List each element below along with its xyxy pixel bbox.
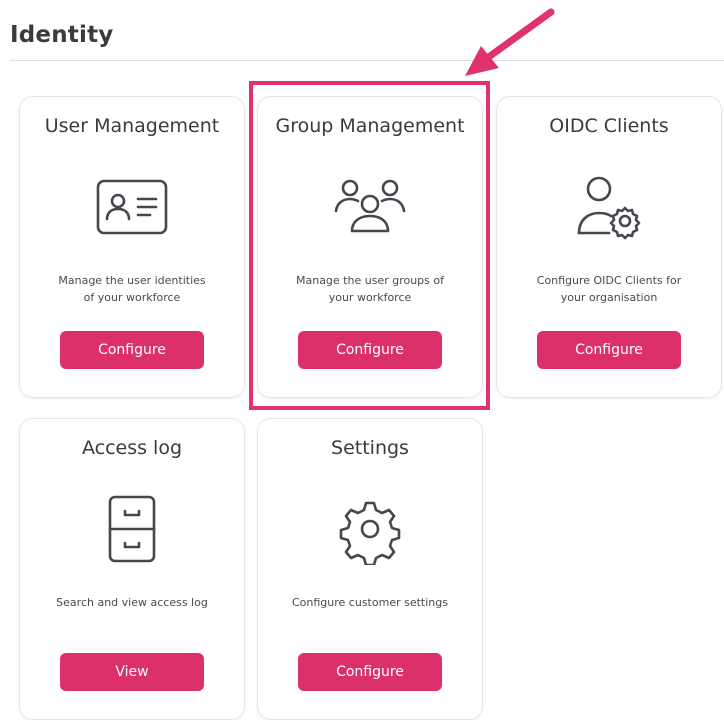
- view-access-log-button[interactable]: View: [60, 653, 204, 691]
- card-description-line: your workforce: [328, 291, 412, 304]
- file-cabinet-icon: [92, 493, 172, 565]
- card-description: Configure OIDC Clients for your organisa…: [517, 272, 701, 306]
- id-card-icon: [92, 171, 172, 243]
- card-settings: Settings Configure customer settings Con…: [257, 418, 483, 720]
- card-description-line: Configure OIDC Clients for: [536, 274, 682, 287]
- annotation-arrow-icon: [455, 2, 565, 82]
- card-description-line: Configure customer settings: [292, 596, 448, 609]
- card-title: Access log: [81, 437, 183, 459]
- user-group-icon: [330, 171, 410, 243]
- configure-oidc-clients-button[interactable]: Configure: [537, 331, 681, 369]
- card-title: OIDC Clients: [549, 115, 669, 137]
- card-description-line: your organisation: [560, 291, 658, 304]
- gear-icon: [330, 493, 410, 565]
- card-description: Manage the user groups of your workforce: [278, 272, 462, 306]
- card-access-log: Access log Search and view access log Vi…: [19, 418, 245, 720]
- card-description-line: Manage the user groups of: [295, 274, 444, 287]
- configure-settings-button[interactable]: Configure: [298, 653, 442, 691]
- card-description: Manage the user identities of your workf…: [40, 272, 224, 306]
- card-description-line: Manage the user identities: [58, 274, 206, 287]
- card-description-line: Search and view access log: [56, 596, 208, 609]
- card-description-line: of your workforce: [83, 291, 181, 304]
- card-description: Search and view access log: [40, 594, 224, 611]
- user-gear-icon: [569, 171, 649, 243]
- section-title: Identity: [10, 22, 114, 48]
- identity-page: Identity User Management Manage the user…: [0, 0, 724, 720]
- configure-user-management-button[interactable]: Configure: [60, 331, 204, 369]
- configure-group-management-button[interactable]: Configure: [298, 331, 442, 369]
- card-title: Settings: [331, 437, 409, 459]
- card-oidc-clients: OIDC Clients Configure OIDC Clients for …: [496, 96, 722, 398]
- card-user-management: User Management Manage the user identiti…: [19, 96, 245, 398]
- card-description: Configure customer settings: [278, 594, 462, 611]
- card-title: User Management: [44, 115, 220, 137]
- card-title: Group Management: [275, 115, 465, 137]
- card-group-management: Group Management Manage the user groups …: [257, 96, 483, 398]
- section-divider: [10, 60, 724, 61]
